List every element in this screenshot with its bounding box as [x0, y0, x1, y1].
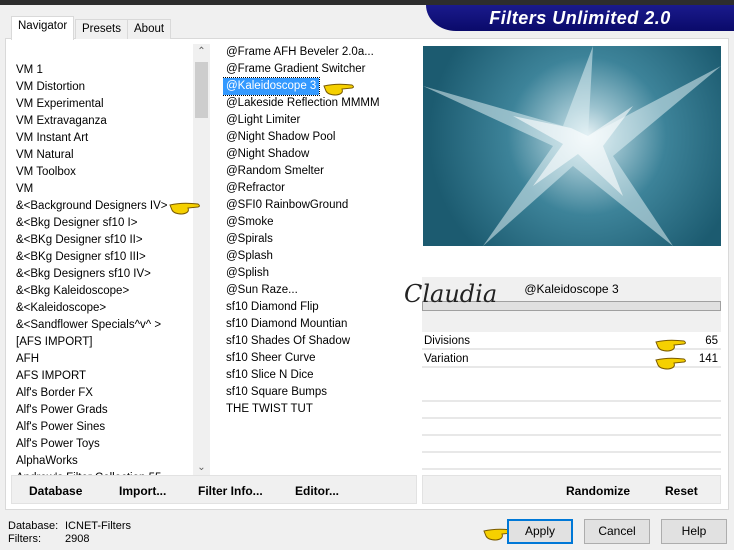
tab-navigator[interactable]: Navigator: [11, 16, 75, 40]
list-item[interactable]: @Spirals: [223, 231, 276, 248]
list-item[interactable]: Alf's Power Grads: [13, 402, 111, 419]
list-item[interactable]: [AFS IMPORT]: [13, 334, 95, 351]
variation-label: Variation: [424, 353, 469, 365]
list-item[interactable]: @Night Shadow: [223, 146, 312, 163]
database-button[interactable]: Database: [29, 484, 82, 498]
list-item[interactable]: @Frame AFH Beveler 2.0a...: [223, 44, 377, 61]
list-item[interactable]: &<Kaleidoscope>: [13, 300, 109, 317]
list-item[interactable]: @Smoke: [223, 214, 276, 231]
reset-button[interactable]: Reset: [665, 484, 698, 498]
list-item[interactable]: VM Distortion: [13, 79, 88, 96]
pointing-hand-icon: [169, 202, 200, 215]
scroll-thumb[interactable]: [195, 62, 208, 118]
list-item[interactable]: @Light Limiter: [223, 112, 303, 129]
left-button-bar: Database Import... Filter Info... Editor…: [11, 475, 417, 504]
preview-image: [423, 46, 721, 246]
list-item[interactable]: @Sun Raze...: [223, 282, 301, 299]
list-item[interactable]: @Random Smelter: [223, 163, 327, 180]
database-value: ICNET-Filters: [65, 520, 131, 532]
app-banner: Filters Unlimited 2.0: [426, 5, 734, 31]
import-button[interactable]: Import...: [119, 484, 166, 498]
pointing-hand-icon: [655, 357, 686, 370]
list-item[interactable]: &<BKg Designer sf10 III>: [13, 249, 149, 266]
tab-presets[interactable]: Presets: [75, 19, 128, 39]
list-item[interactable]: &<Bkg Kaleidoscope>: [13, 283, 132, 300]
filter-list[interactable]: @Frame AFH Beveler 2.0a... @Frame Gradien…: [223, 44, 415, 475]
filter-info-button[interactable]: Filter Info...: [198, 484, 263, 498]
list-item[interactable]: VM: [13, 181, 36, 198]
list-item[interactable]: AlphaWorks: [13, 453, 81, 470]
divisions-label: Divisions: [424, 335, 471, 347]
list-item[interactable]: VM Natural: [13, 147, 77, 164]
list-item[interactable]: sf10 Sheer Curve: [223, 350, 319, 367]
list-item[interactable]: VM Extravaganza: [13, 113, 110, 130]
list-item[interactable]: &<Bkg Designer sf10 I>: [13, 215, 140, 232]
list-item[interactable]: @Refractor: [223, 180, 288, 197]
list-item[interactable]: VM Experimental: [13, 96, 107, 113]
list-item[interactable]: [13, 45, 19, 62]
tab-about[interactable]: About: [127, 19, 172, 39]
variation-value: 141: [698, 353, 718, 365]
filters-count-label: Filters:: [8, 533, 41, 545]
help-button[interactable]: Help: [661, 519, 727, 544]
list-item[interactable]: Alf's Power Toys: [13, 436, 103, 453]
list-item[interactable]: @Night Shadow Pool: [223, 129, 339, 146]
list-item[interactable]: @Frame Gradient Switcher: [223, 61, 369, 78]
category-list[interactable]: VM 1 VM Distortion VM Experimental VM Extra…: [13, 44, 193, 475]
list-item[interactable]: &<Background Designers IV>: [13, 198, 171, 215]
pointing-hand-icon: [655, 339, 686, 352]
list-item[interactable]: VM Instant Art: [13, 130, 91, 147]
filters-count-value: 2908: [65, 533, 90, 545]
list-item[interactable]: Alf's Border FX: [13, 385, 96, 402]
category-scrollbar[interactable]: ⌃ ⌄: [193, 44, 210, 475]
list-item[interactable]: @SFI0 RainbowGround: [223, 197, 351, 214]
list-item[interactable]: &<BKg Designer sf10 II>: [13, 232, 146, 249]
list-item[interactable]: AFS IMPORT: [13, 368, 89, 385]
right-button-bar: Randomize Reset: [422, 475, 721, 504]
list-item[interactable]: @Lakeside Reflection MMMM: [223, 95, 383, 112]
watermark-logo: Claudia: [404, 280, 498, 308]
list-item[interactable]: sf10 Square Bumps: [223, 384, 330, 401]
list-item[interactable]: sf10 Diamond Flip: [223, 299, 322, 316]
apply-button[interactable]: Apply: [507, 519, 573, 544]
list-item[interactable]: Alf's Power Sines: [13, 419, 108, 436]
database-label: Database:: [8, 520, 59, 532]
list-item[interactable]: sf10 Shades Of Shadow: [223, 333, 353, 350]
list-item[interactable]: VM Toolbox: [13, 164, 79, 181]
list-item[interactable]: sf10 Slice N Dice: [223, 367, 317, 384]
list-item[interactable]: AFH: [13, 351, 42, 368]
pointing-hand-icon: [323, 83, 354, 96]
list-item[interactable]: VM 1: [13, 62, 46, 79]
editor-button[interactable]: Editor...: [295, 484, 339, 498]
randomize-button[interactable]: Randomize: [566, 484, 630, 498]
scroll-up-icon[interactable]: ⌃: [193, 46, 210, 57]
list-item[interactable]: @Splish: [223, 265, 272, 282]
cancel-button[interactable]: Cancel: [584, 519, 650, 544]
list-item[interactable]: sf10 Diamond Mountian: [223, 316, 350, 333]
divisions-value: 65: [705, 335, 718, 347]
list-item[interactable]: &<Sandflower Specials^v^ >: [13, 317, 164, 334]
list-item[interactable]: @Splash: [223, 248, 276, 265]
empty-param-slots: [422, 385, 721, 473]
list-item[interactable]: &<Bkg Designers sf10 IV>: [13, 266, 154, 283]
list-item[interactable]: THE TWIST TUT: [223, 401, 316, 418]
list-item[interactable]: @Kaleidoscope 3: [223, 77, 321, 96]
scroll-down-icon[interactable]: ⌄: [193, 462, 210, 473]
